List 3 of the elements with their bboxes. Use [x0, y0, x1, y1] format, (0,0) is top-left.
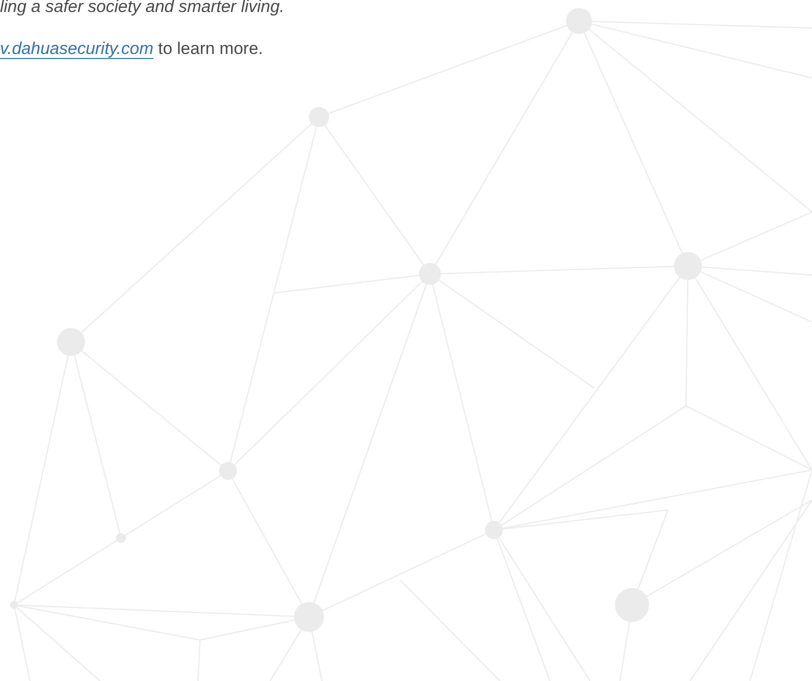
intro-text: to learn more.: [158, 39, 264, 58]
intro-text: ling a safer society and smarter living.: [0, 0, 286, 18]
website-link[interactable]: v.dahuasecurity.com: [0, 39, 154, 58]
